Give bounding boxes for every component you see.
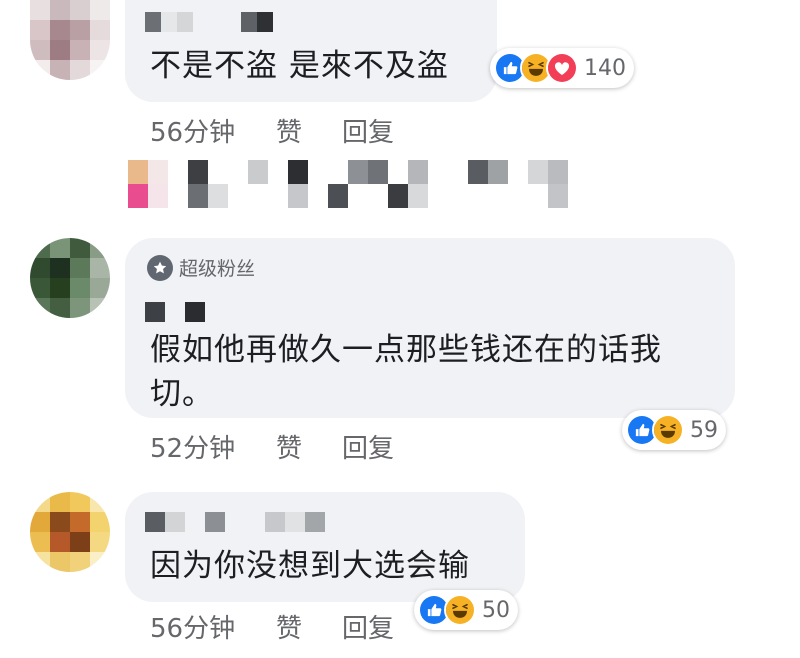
like-button[interactable]: 赞 [276,428,302,465]
timestamp[interactable]: 56分钟 [150,112,235,149]
comment-text: 假如他再做久一点那些钱还在的话我切。 [150,332,662,412]
reply-button[interactable]: 回复 [342,112,394,149]
star-icon [147,254,173,281]
reply-preview[interactable] [128,160,588,208]
author-name[interactable] [145,512,345,532]
like-button[interactable]: 赞 [276,112,302,149]
author-name[interactable] [145,302,205,322]
reply-button[interactable]: 回复 [342,428,394,465]
reaction-summary[interactable]: 50 [414,590,518,630]
timestamp[interactable]: 56分钟 [150,608,235,645]
avatar[interactable] [30,238,110,318]
like-button[interactable]: 赞 [276,608,302,645]
avatar[interactable] [30,492,110,572]
comment-text: 不是不盗 是來不及盗 [150,48,449,84]
reaction-count: 50 [482,597,510,623]
author-name[interactable] [145,12,275,32]
top-fan-badge: 超级粉丝 [147,254,255,281]
haha-reaction-icon [444,594,476,626]
comment-actions: 56分钟 赞 回复 [150,112,410,148]
comment-thread: 不是不盗 是來不及盗 140 56分钟 赞 回复 超级粉丝 假如他再做久一点那些… [0,0,800,658]
reaction-count: 140 [584,55,626,81]
comment-actions: 52分钟 赞 回复 [150,428,410,464]
comment-actions: 56分钟 赞 回复 [150,608,410,644]
love-reaction-icon [546,52,578,84]
timestamp[interactable]: 52分钟 [150,428,235,465]
avatar[interactable] [30,0,110,80]
reaction-summary[interactable]: 140 [490,48,634,88]
comment-text: 因为你没想到大选会输 [150,548,470,584]
reaction-count: 59 [690,417,718,443]
badge-label: 超级粉丝 [179,258,256,280]
haha-reaction-icon [652,414,684,446]
reply-button[interactable]: 回复 [342,608,394,645]
reaction-summary[interactable]: 59 [622,410,726,450]
